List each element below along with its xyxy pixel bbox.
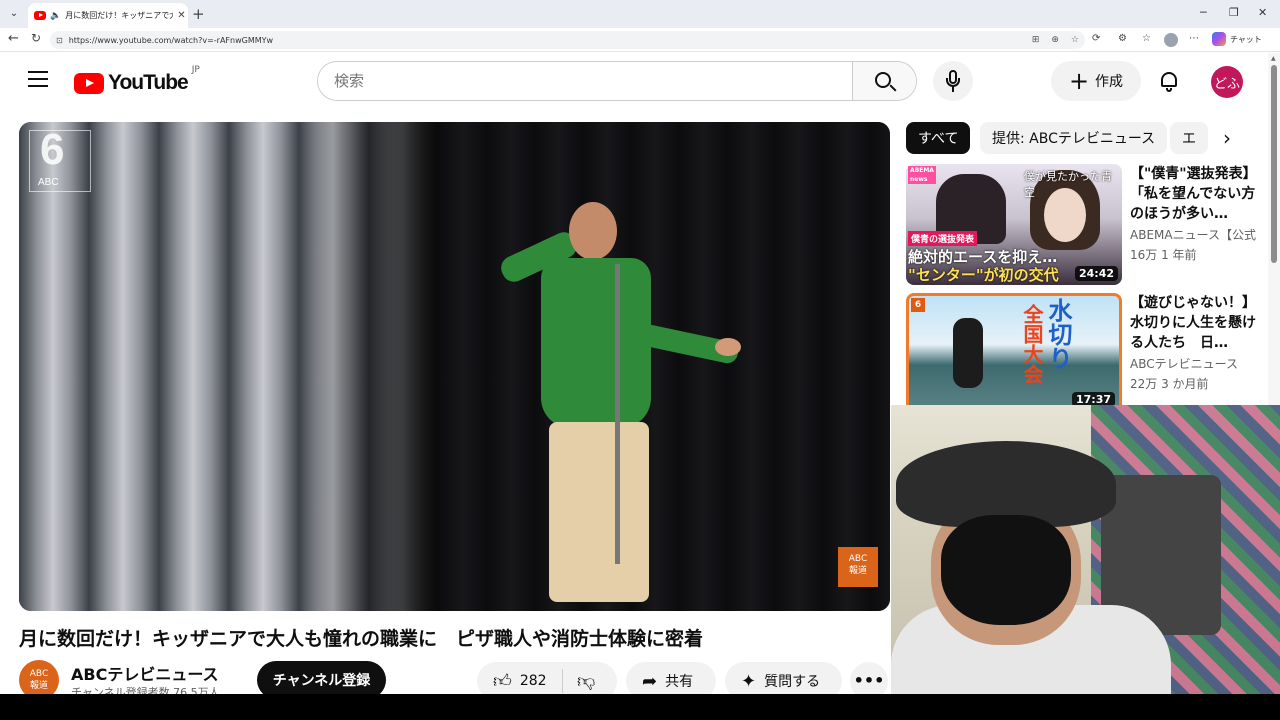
video-frame-curtain xyxy=(19,122,439,611)
country-code: JP xyxy=(191,65,200,75)
favorite-star-icon[interactable]: ☆ xyxy=(1071,35,1079,45)
thumbnail-caption-2: "センター"が初の交代 xyxy=(908,266,1059,284)
video-player[interactable]: 6 ABC ABC 報道 xyxy=(19,122,890,611)
copilot-label: チャット xyxy=(1230,34,1262,44)
video-duration: 24:42 xyxy=(1074,266,1118,281)
share-button[interactable]: ➦ 共有 xyxy=(626,662,716,694)
subscriber-count: チャンネル登録者数 76.5万人 xyxy=(71,686,220,694)
youtube-wordmark: YouTube xyxy=(108,71,189,94)
hamburger-menu-icon[interactable] xyxy=(28,71,48,87)
sparkle-icon: ✦ xyxy=(741,670,757,692)
recommendation-title[interactable]: 【"僕青"選抜発表】「私を望んでない方のほうが多い… xyxy=(1130,164,1256,224)
new-tab-button[interactable]: + xyxy=(192,5,205,23)
search-bar xyxy=(317,61,917,101)
youtube-play-icon xyxy=(74,72,104,94)
tab-bar: ⌄ 🔈 月に数回だけ！キッザニアで大人も憧れの職業に… ✕ + ─ ❐ ✕ xyxy=(0,0,1280,28)
search-button[interactable] xyxy=(852,62,916,100)
recommendation-thumbnail[interactable]: 6 水切り 全国大会 17:37 xyxy=(906,293,1122,414)
scroll-up-arrow-icon[interactable]: ▲ xyxy=(1271,55,1276,62)
voice-search-button[interactable] xyxy=(933,61,973,101)
more-actions-button[interactable]: ••• xyxy=(850,662,888,694)
plus-icon: + xyxy=(1068,67,1090,95)
abc-6-logo: 6 xyxy=(911,298,925,312)
abc-news-corner-logo: ABC 報道 xyxy=(838,547,878,587)
dislike-button[interactable]: 👎︎ xyxy=(563,670,595,692)
recommendation-channel[interactable]: ABEMAニュース【公式】 xyxy=(1130,226,1256,243)
browser-window: ⌄ 🔈 月に数回だけ！キッザニアで大人も憧れの職業に… ✕ + ─ ❐ ✕ ← … xyxy=(0,0,1280,694)
url-text[interactable]: https://www.youtube.com/watch?v=-rAFnwGM… xyxy=(69,36,1026,45)
recommendation-channel[interactable]: ABCテレビニュース xyxy=(1130,355,1256,372)
profile-avatar-icon[interactable] xyxy=(1164,33,1178,47)
tab-title: 月に数回だけ！キッザニアで大人も憧れの職業に… xyxy=(65,11,173,20)
tab-list-chevron-icon[interactable]: ⌄ xyxy=(4,4,24,24)
thumbs-down-icon: 👎︎ xyxy=(577,671,596,692)
like-count: 282 xyxy=(519,673,547,689)
extensions-icon[interactable]: ⚙ xyxy=(1118,33,1127,44)
reader-icon[interactable]: ⊞ xyxy=(1032,35,1040,45)
maximize-button[interactable]: ❐ xyxy=(1229,6,1239,19)
channel-avatar[interactable]: ABC 報道 xyxy=(19,660,59,694)
recommendation-meta: 22万 3 か月前 xyxy=(1130,377,1209,391)
scrollbar-thumb[interactable] xyxy=(1271,65,1277,263)
address-toolbar: ← ↻ ⊡ https://www.youtube.com/watch?v=-r… xyxy=(0,28,1280,52)
create-label: 作成 xyxy=(1095,74,1124,90)
thumbs-up-icon: 👍︎ xyxy=(493,671,512,692)
abema-news-logo: ABEMA news xyxy=(908,166,936,184)
site-info-icon[interactable]: ⊡ xyxy=(56,36,63,45)
share-label: 共有 xyxy=(665,674,694,690)
refresh-extension-icon[interactable]: ⟳ xyxy=(1092,33,1100,44)
copilot-button[interactable]: チャット xyxy=(1212,32,1262,46)
channel-name[interactable]: ABCテレビニュース xyxy=(71,661,219,685)
back-arrow-icon[interactable]: ← xyxy=(8,31,19,46)
chevron-right-icon[interactable]: › xyxy=(1214,125,1240,151)
chip-all[interactable]: すべて xyxy=(906,122,971,154)
account-avatar[interactable]: どふ xyxy=(1211,66,1243,98)
chip-other[interactable]: エ xyxy=(1170,122,1208,154)
tab-close-icon[interactable]: ✕ xyxy=(177,10,185,21)
like-button[interactable]: 👍︎ 282 xyxy=(477,669,563,693)
create-button[interactable]: + 作成 xyxy=(1051,61,1141,101)
minimize-button[interactable]: ─ xyxy=(1200,6,1207,19)
subscribe-button[interactable]: チャンネル登録 xyxy=(257,661,386,694)
youtube-favicon-icon xyxy=(34,11,46,20)
copilot-icon xyxy=(1212,32,1226,46)
reload-icon[interactable]: ↻ xyxy=(31,31,41,45)
chip-from-channel[interactable]: 提供: ABCテレビニュース xyxy=(980,122,1168,154)
more-menu-icon[interactable]: ⋯ xyxy=(1189,33,1199,44)
thumbnail-tag: 僕青の選抜発表 xyxy=(908,231,978,246)
share-arrow-icon: ➦ xyxy=(642,670,658,692)
webcam-overlay xyxy=(891,405,1280,694)
thumbnail-caption-2: 全国大会 xyxy=(1020,304,1044,384)
browser-tab-active[interactable]: 🔈 月に数回だけ！キッザニアで大人も憧れの職業に… ✕ xyxy=(28,3,188,28)
zoom-icon[interactable]: ⊕ xyxy=(1051,35,1059,45)
recommendation-thumbnail[interactable]: ABEMA news 僕が見たかった青空 僕青の選抜発表 絶対的エースを抑え… … xyxy=(906,164,1122,285)
video-frame-performer xyxy=(479,202,741,602)
recommendation-meta: 16万 1 年前 xyxy=(1130,248,1197,262)
filter-chips: すべて 提供: ABCテレビニュース エ xyxy=(906,122,1246,154)
like-dislike-group: 👍︎ 282 👎︎ xyxy=(477,662,617,694)
recommendation-item[interactable]: ABEMA news 僕が見たかった青空 僕青の選抜発表 絶対的エースを抑え… … xyxy=(906,164,1268,286)
channel-watermark: 6 ABC xyxy=(29,125,91,192)
notifications-bell-icon[interactable] xyxy=(1157,70,1181,94)
ask-button[interactable]: ✦ 質問する xyxy=(725,662,842,694)
close-window-button[interactable]: ✕ xyxy=(1258,6,1267,19)
search-input[interactable] xyxy=(318,62,852,100)
address-bar[interactable]: ⊡ https://www.youtube.com/watch?v=-rAFnw… xyxy=(50,31,1085,49)
recommendation-title[interactable]: 【遊びじゃない！】水切りに人生を懸ける人たち 日… xyxy=(1130,293,1256,353)
youtube-header: YouTube JP + 作成 どふ xyxy=(0,53,1268,111)
ask-label: 質問する xyxy=(764,674,821,690)
collections-icon[interactable]: ☆ xyxy=(1142,33,1151,44)
recommendation-item[interactable]: 6 水切り 全国大会 17:37 【遊びじゃない！】水切りに人生を懸ける人たち … xyxy=(906,293,1268,415)
search-icon xyxy=(875,72,891,88)
video-title: 月に数回だけ！キッザニアで大人も憧れの職業に ピザ職人や消防士体験に密着 xyxy=(19,628,704,650)
thumbnail-caption-1: 水切り xyxy=(1044,298,1072,370)
youtube-logo[interactable]: YouTube JP xyxy=(74,65,200,95)
speaker-icon[interactable]: 🔈 xyxy=(50,11,61,21)
thumbnail-overlay-text: 僕が見たかった青空 xyxy=(1024,170,1112,199)
